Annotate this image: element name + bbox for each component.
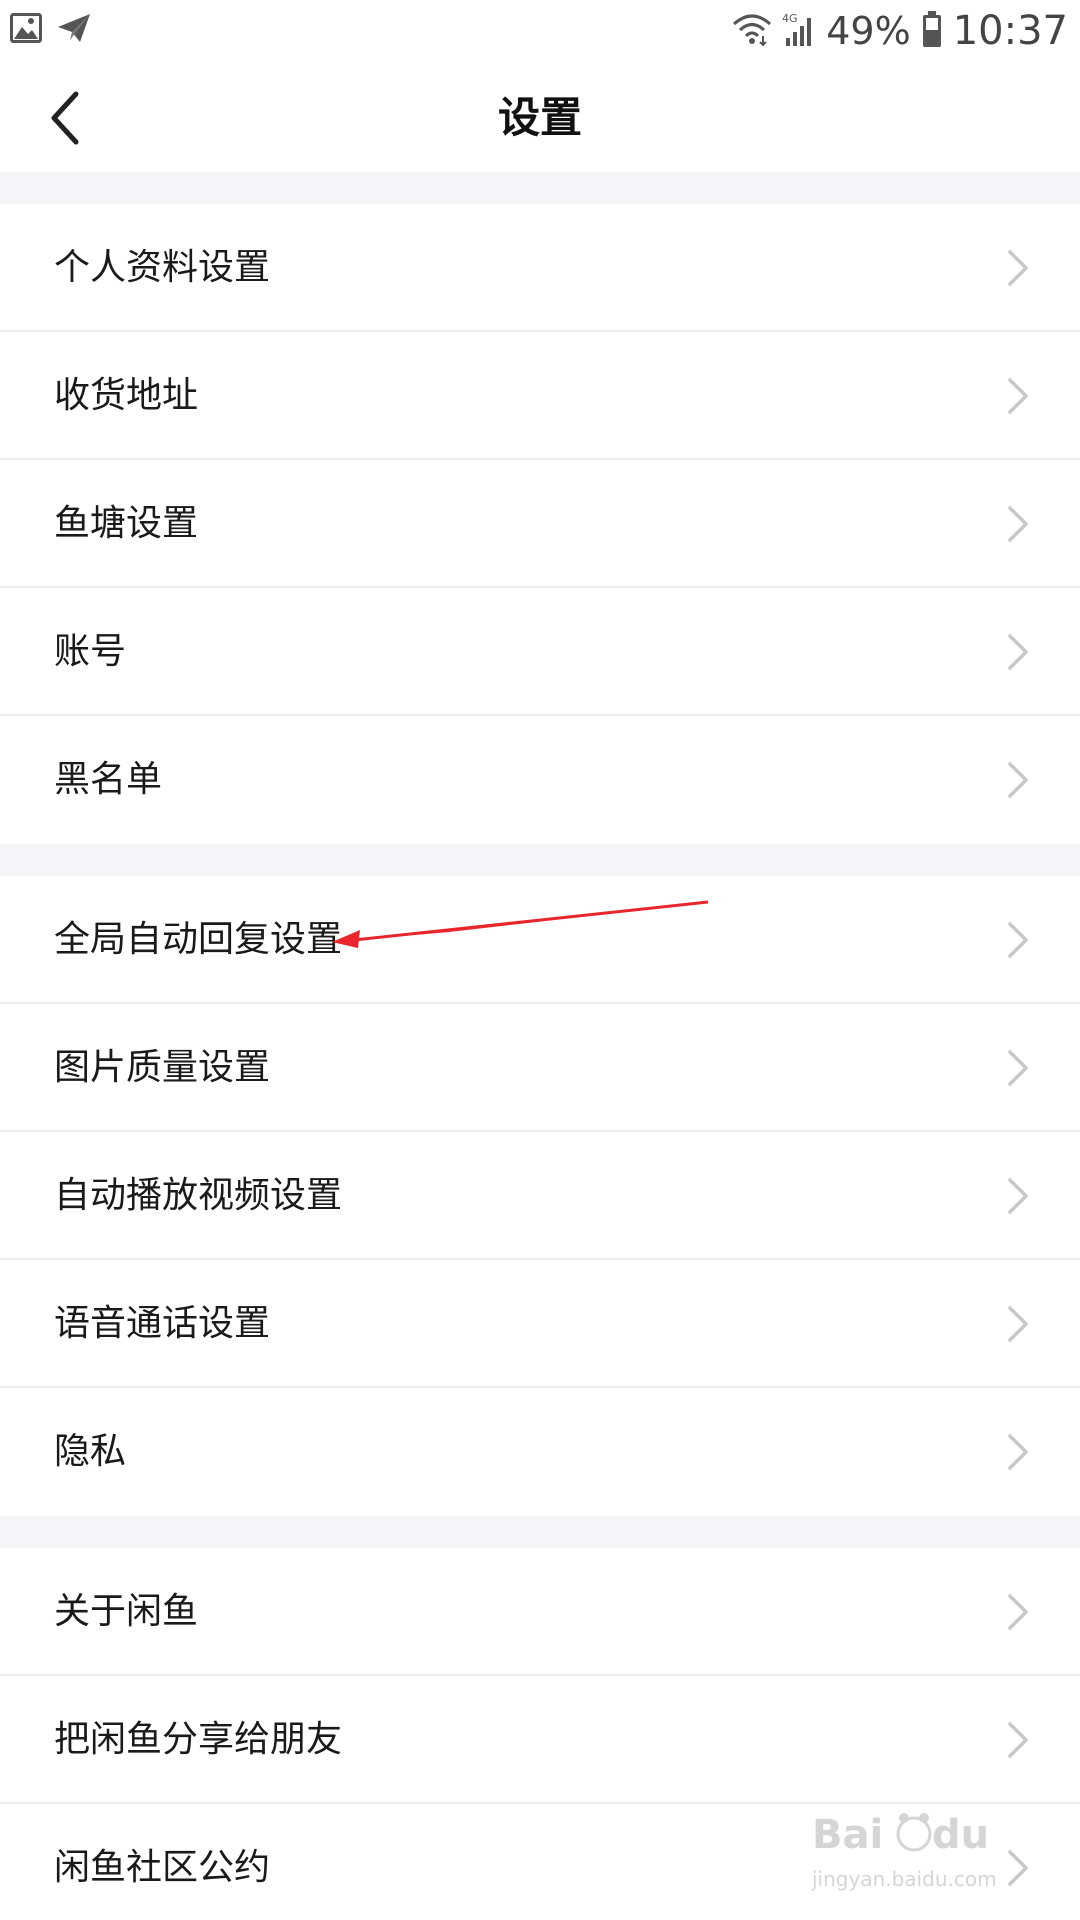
chevron-right-icon — [1008, 1306, 1028, 1342]
page-title: 设置 — [497, 93, 582, 142]
settings-item-about[interactable]: 关于闲鱼 — [0, 1548, 1080, 1676]
status-left — [10, 12, 92, 48]
settings-item-shipping-address[interactable]: 收货地址 — [0, 332, 1080, 460]
settings-item-label: 全局自动回复设置 — [54, 919, 343, 960]
header: 设置 — [0, 64, 1080, 172]
settings-group-2: 全局自动回复设置 图片质量设置 自动播放视频设置 语音通话设置 隐私 — [0, 876, 1080, 1516]
settings-item-autoplay-video[interactable]: 自动播放视频设置 — [0, 1132, 1080, 1260]
settings-item-privacy[interactable]: 隐私 — [0, 1388, 1080, 1516]
settings-item-label: 把闲鱼分享给朋友 — [54, 1719, 343, 1760]
settings-item-label: 语音通话设置 — [54, 1303, 271, 1344]
chevron-right-icon — [1008, 378, 1028, 414]
settings-item-label: 闲鱼社区公约 — [54, 1847, 271, 1888]
settings-list: 个人资料设置 收货地址 鱼塘设置 账号 黑名单 全局自动回复设置 图片质量设置 … — [0, 172, 1080, 1920]
settings-item-account[interactable]: 账号 — [0, 588, 1080, 716]
settings-item-community-rules[interactable]: 闲鱼社区公约 — [0, 1804, 1080, 1920]
section-separator — [0, 1516, 1080, 1548]
settings-item-label: 隐私 — [54, 1431, 127, 1472]
settings-item-blacklist[interactable]: 黑名单 — [0, 716, 1080, 844]
settings-item-label: 自动播放视频设置 — [54, 1175, 343, 1216]
settings-item-profile[interactable]: 个人资料设置 — [0, 204, 1080, 332]
settings-group-3: 关于闲鱼 把闲鱼分享给朋友 闲鱼社区公约 — [0, 1548, 1080, 1920]
settings-item-auto-reply[interactable]: 全局自动回复设置 — [0, 876, 1080, 1004]
settings-item-label: 个人资料设置 — [54, 247, 271, 288]
settings-item-voice-call[interactable]: 语音通话设置 — [0, 1260, 1080, 1388]
chevron-right-icon — [1008, 1850, 1028, 1886]
settings-group-1: 个人资料设置 收货地址 鱼塘设置 账号 黑名单 — [0, 204, 1080, 844]
chevron-right-icon — [1008, 1434, 1028, 1470]
battery-percent: 49% — [826, 9, 911, 53]
chevron-right-icon — [1008, 1594, 1028, 1630]
chevron-right-icon — [1008, 506, 1028, 542]
section-separator — [0, 172, 1080, 204]
battery-icon — [921, 10, 943, 52]
settings-item-label: 鱼塘设置 — [54, 503, 199, 544]
chevron-right-icon — [1008, 1178, 1028, 1214]
settings-item-label: 关于闲鱼 — [54, 1591, 199, 1632]
network-type: 4G — [782, 12, 798, 25]
settings-item-label: 黑名单 — [54, 759, 163, 800]
chevron-right-icon — [1008, 250, 1028, 286]
wifi-icon — [732, 12, 772, 50]
settings-item-image-quality[interactable]: 图片质量设置 — [0, 1004, 1080, 1132]
settings-item-label: 收货地址 — [54, 375, 199, 416]
clock: 10:37 — [952, 8, 1068, 54]
chevron-right-icon — [1008, 1050, 1028, 1086]
chevron-right-icon — [1008, 762, 1028, 798]
signal-icon: 4G — [782, 10, 816, 52]
chevron-right-icon — [1008, 922, 1028, 958]
settings-item-pond[interactable]: 鱼塘设置 — [0, 460, 1080, 588]
settings-item-label: 图片质量设置 — [54, 1047, 271, 1088]
image-icon — [10, 13, 42, 47]
status-bar: 4G 49% 10:37 — [0, 0, 1080, 64]
settings-screen: 4G 49% 10:37 设置 个人资料设置 收货地址 鱼塘设置 账号 黑名单 … — [0, 0, 1080, 1920]
chevron-right-icon — [1008, 634, 1028, 670]
settings-item-label: 账号 — [54, 631, 127, 672]
settings-item-share[interactable]: 把闲鱼分享给朋友 — [0, 1676, 1080, 1804]
status-right: 4G 49% 10:37 — [732, 8, 1068, 54]
chevron-right-icon — [1008, 1722, 1028, 1758]
send-icon — [56, 12, 92, 48]
section-separator — [0, 844, 1080, 876]
